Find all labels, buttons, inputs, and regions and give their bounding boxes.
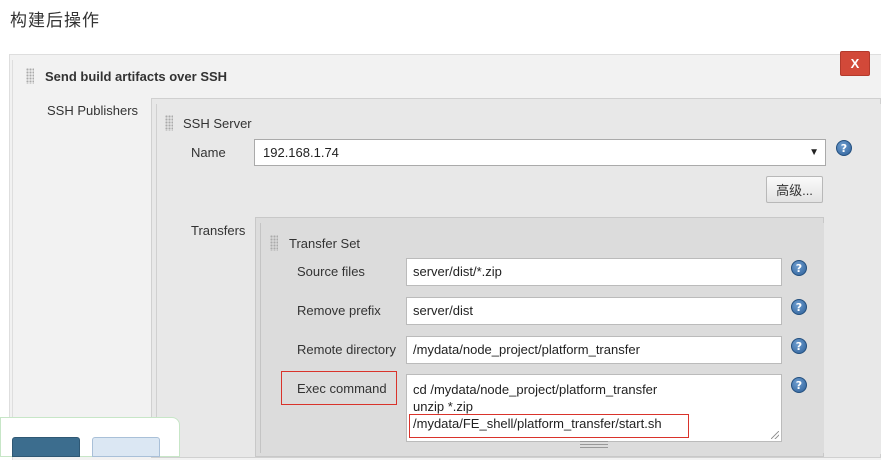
transfers-label: Transfers xyxy=(191,223,246,238)
start-script-highlight xyxy=(409,414,689,438)
ssh-publishers-label: SSH Publishers xyxy=(47,103,139,118)
section-title: 构建后操作 xyxy=(10,11,100,31)
resize-grip-icon[interactable] xyxy=(771,431,779,439)
name-label: Name xyxy=(191,145,226,160)
drag-grip-icon[interactable] xyxy=(270,235,278,251)
server-name-value: 192.168.1.74 xyxy=(263,145,339,160)
exec-line: cd /mydata/node_project/platform_transfe… xyxy=(413,382,658,397)
remove-prefix-label: Remove prefix xyxy=(297,303,381,318)
drag-grip-icon[interactable] xyxy=(26,68,34,84)
remote-directory-input[interactable]: /mydata/node_project/platform_transfer xyxy=(406,336,782,364)
help-icon[interactable]: ? xyxy=(791,260,807,276)
apply-button[interactable] xyxy=(92,437,160,457)
ssh-server-title: SSH Server xyxy=(183,116,252,131)
source-files-input[interactable]: server/dist/*.zip xyxy=(406,258,782,286)
advanced-button[interactable]: 高级... xyxy=(766,176,823,203)
exec-command-label: Exec command xyxy=(297,381,387,396)
help-icon[interactable]: ? xyxy=(791,299,807,315)
delete-step-button[interactable]: X xyxy=(840,51,870,76)
source-files-label: Source files xyxy=(297,264,365,279)
dropdown-arrow-icon: ▼ xyxy=(809,147,819,158)
step-title: Send build artifacts over SSH xyxy=(45,69,228,84)
remove-prefix-input[interactable]: server/dist xyxy=(406,297,782,325)
drag-grip-icon[interactable] xyxy=(165,115,173,131)
server-name-select[interactable]: 192.168.1.74 ▼ xyxy=(254,139,826,166)
textarea-drag-handle[interactable] xyxy=(580,441,608,448)
help-icon[interactable]: ? xyxy=(791,338,807,354)
exec-line: unzip *.zip xyxy=(413,399,473,414)
help-icon[interactable]: ? xyxy=(791,377,807,393)
help-icon[interactable]: ? xyxy=(836,140,852,156)
transfer-set-title: Transfer Set xyxy=(289,236,361,251)
remote-directory-label: Remote directory xyxy=(297,342,396,357)
save-button[interactable] xyxy=(12,437,80,457)
